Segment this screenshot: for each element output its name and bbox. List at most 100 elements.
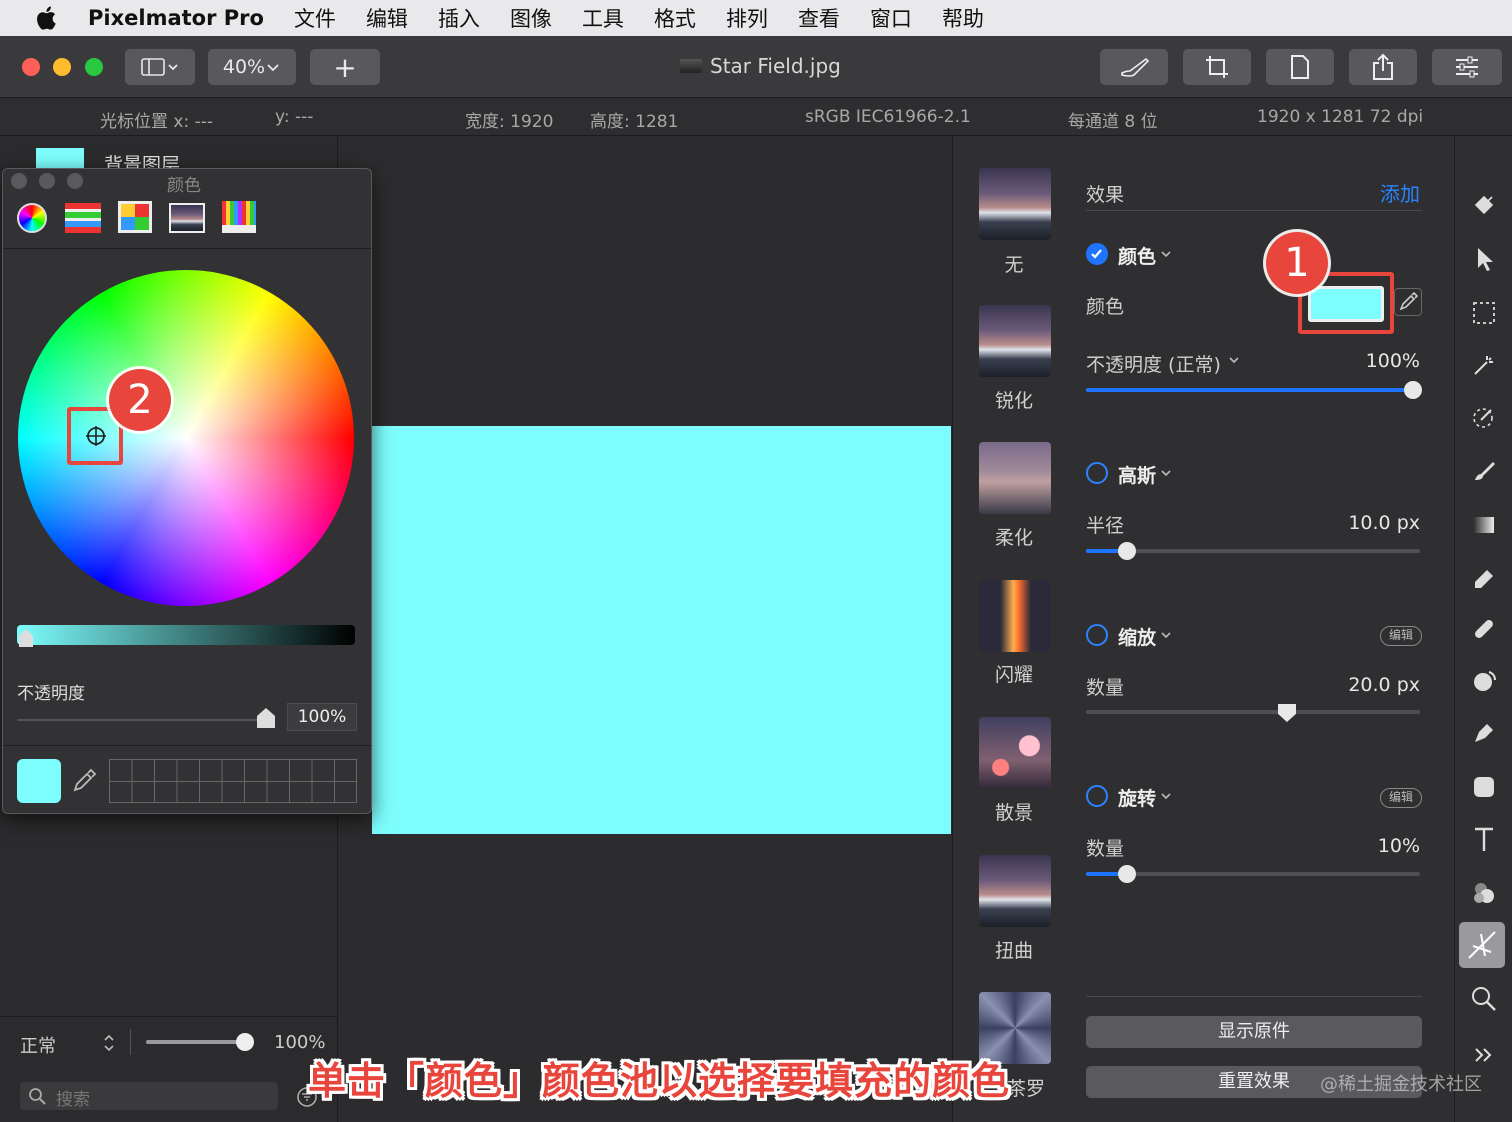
color-effect-title[interactable]: 颜色 xyxy=(1118,242,1156,269)
slider-knob[interactable] xyxy=(257,708,275,728)
zoom-effect-title[interactable]: 缩放 xyxy=(1118,623,1156,650)
crop-button[interactable] xyxy=(1183,49,1251,85)
gauss-effect-title[interactable]: 高斯 xyxy=(1118,461,1156,488)
more-tools-button[interactable] xyxy=(1467,1038,1501,1072)
effects-header: 效果 xyxy=(1086,184,1125,206)
menu-image[interactable]: 图像 xyxy=(510,3,552,33)
effects-tool-active[interactable] xyxy=(1459,922,1505,968)
image-fill-area[interactable] xyxy=(372,426,951,834)
color-wheel-tab-icon[interactable] xyxy=(17,203,47,233)
updown-chevron-icon[interactable] xyxy=(102,1033,116,1053)
menu-file[interactable]: 文件 xyxy=(294,3,336,33)
sidebar-toggle-button[interactable] xyxy=(125,49,195,85)
slider-knob[interactable] xyxy=(1278,704,1296,722)
tools-strip xyxy=(1454,136,1512,1122)
pen-tool[interactable] xyxy=(1467,716,1501,750)
document-button[interactable] xyxy=(1266,49,1334,85)
slider-knob[interactable] xyxy=(1404,381,1422,399)
magic-select-tool[interactable] xyxy=(1467,348,1501,382)
preset-thumbnail-bokeh[interactable] xyxy=(979,717,1051,789)
distort-tool[interactable] xyxy=(1467,664,1501,698)
arrange-tool[interactable] xyxy=(1467,242,1501,276)
chevron-down-icon[interactable] xyxy=(1160,630,1172,640)
apple-icon[interactable] xyxy=(32,3,62,33)
opacity-value-field[interactable]: 100% xyxy=(287,703,357,731)
preset-thumbnail-glow[interactable] xyxy=(979,580,1051,652)
chevron-down-icon[interactable] xyxy=(1228,355,1240,365)
swatch-grid[interactable] xyxy=(109,759,357,803)
preset-label: 散景 xyxy=(994,802,1033,824)
retouch-tool[interactable] xyxy=(1467,612,1501,646)
rotate-effect-checkbox[interactable] xyxy=(1086,785,1108,807)
bandage-icon xyxy=(1475,620,1493,638)
layer-opacity-slider[interactable] xyxy=(146,1033,254,1051)
opacity-slider[interactable] xyxy=(1086,381,1422,399)
preset-thumbnail-none[interactable] xyxy=(979,168,1051,240)
eyedropper-button[interactable] xyxy=(1394,288,1422,316)
menu-view[interactable]: 查看 xyxy=(798,3,840,33)
preset-thumbnail-distort[interactable] xyxy=(979,855,1051,927)
color-picker-window: 颜色 2 不透明度 100% xyxy=(2,168,372,814)
menu-edit[interactable]: 编辑 xyxy=(366,3,408,33)
close-window-button[interactable] xyxy=(11,173,27,189)
palettes-tab-icon[interactable] xyxy=(118,201,152,233)
menu-format[interactable]: 格式 xyxy=(654,3,696,33)
rotate-edit-button[interactable]: 编辑 xyxy=(1380,788,1422,808)
slider-knob[interactable] xyxy=(236,1033,254,1051)
zoom-effect-checkbox[interactable] xyxy=(1086,624,1108,646)
image-palette-tab-icon[interactable] xyxy=(169,203,205,233)
rotate-effect-title[interactable]: 旋转 xyxy=(1118,784,1156,811)
rotate-amount-slider[interactable] xyxy=(1086,865,1420,883)
gauss-effect-checkbox[interactable] xyxy=(1086,462,1108,484)
app-name-menu[interactable]: Pixelmator Pro xyxy=(88,6,264,30)
menu-window[interactable]: 窗口 xyxy=(870,3,912,33)
shape-tool[interactable] xyxy=(1467,770,1501,804)
radius-slider[interactable] xyxy=(1086,542,1420,560)
adjust-button[interactable] xyxy=(1432,49,1502,85)
color-select-tool[interactable] xyxy=(1467,400,1501,434)
menu-insert[interactable]: 插入 xyxy=(438,3,480,33)
slider-knob[interactable] xyxy=(19,629,33,647)
brightness-slider[interactable] xyxy=(17,625,355,647)
zoom-amount-slider[interactable] xyxy=(1086,704,1420,722)
erase-tool[interactable] xyxy=(1467,560,1501,594)
sliders-tab-icon[interactable] xyxy=(65,203,101,233)
minimize-window-button[interactable] xyxy=(39,173,55,189)
blend-mode-select[interactable]: 正常 xyxy=(20,1032,56,1058)
menu-arrange[interactable]: 排列 xyxy=(726,3,768,33)
menu-tools[interactable]: 工具 xyxy=(582,3,624,33)
color-adjust-tool[interactable] xyxy=(1467,876,1501,910)
zoom-edit-button[interactable]: 编辑 xyxy=(1380,626,1422,646)
paint-tool[interactable] xyxy=(1467,454,1501,488)
chevron-down-icon[interactable] xyxy=(1160,468,1172,478)
preset-thumbnail-sharpen[interactable] xyxy=(979,305,1051,377)
opacity-slider[interactable] xyxy=(17,708,275,728)
show-original-button[interactable]: 显示原件 xyxy=(1086,1016,1422,1048)
chevron-down-icon[interactable] xyxy=(1160,791,1172,801)
preset-thumbnail-soften[interactable] xyxy=(979,442,1051,514)
share-button[interactable] xyxy=(1349,49,1417,85)
search-field[interactable]: 搜索 xyxy=(20,1082,278,1110)
zoom-window-button[interactable] xyxy=(67,173,83,189)
color-effect-checkbox[interactable] xyxy=(1086,243,1108,265)
minimize-window-button[interactable] xyxy=(53,58,71,76)
current-color-swatch[interactable] xyxy=(17,759,61,803)
close-window-button[interactable] xyxy=(22,58,40,76)
opacity-mode-label[interactable]: 不透明度 (正常) xyxy=(1086,350,1221,377)
pencils-tab-icon[interactable] xyxy=(222,201,256,233)
menu-help[interactable]: 帮助 xyxy=(942,3,984,33)
type-tool[interactable] xyxy=(1467,822,1501,856)
zoom-tool[interactable] xyxy=(1467,982,1501,1016)
zoom-window-button[interactable] xyxy=(85,58,103,76)
zoom-level-button[interactable]: 40% xyxy=(208,49,296,85)
selection-tool[interactable] xyxy=(1467,296,1501,330)
add-button[interactable]: + xyxy=(310,49,380,85)
eyedropper-icon[interactable] xyxy=(71,766,99,794)
style-tool-button[interactable] xyxy=(1100,49,1168,85)
slider-knob[interactable] xyxy=(1118,542,1136,560)
chevron-down-icon[interactable] xyxy=(1160,249,1172,259)
gradient-tool[interactable] xyxy=(1467,508,1501,542)
slider-knob[interactable] xyxy=(1118,865,1136,883)
style-tool[interactable] xyxy=(1467,188,1501,222)
add-effect-button[interactable]: 添加 xyxy=(1380,178,1420,207)
